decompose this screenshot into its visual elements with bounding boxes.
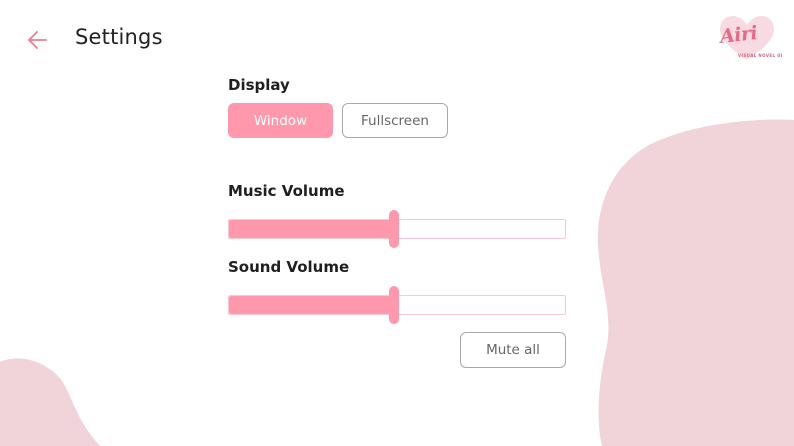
fullscreen-button[interactable]: Fullscreen [342, 103, 448, 138]
music-volume-slider[interactable] [228, 210, 566, 248]
music-volume-label: Music Volume [228, 182, 345, 200]
window-button[interactable]: Window [228, 103, 333, 138]
arrow-left-icon [28, 31, 47, 49]
left-blob [0, 358, 100, 446]
sound-volume-fill [229, 296, 394, 314]
sound-volume-slider[interactable] [228, 286, 566, 324]
logo-name: Airi [718, 22, 759, 48]
display-label: Display [228, 76, 290, 94]
music-volume-fill [229, 220, 394, 238]
sound-volume-label: Sound Volume [228, 258, 350, 276]
right-blob [597, 119, 794, 446]
back-button[interactable] [25, 27, 51, 53]
mute-all-button[interactable]: Mute all [460, 332, 566, 368]
music-volume-thumb[interactable] [388, 210, 399, 248]
page-title: Settings [75, 25, 163, 49]
logo-subtitle: VISUAL NOVEL UI [738, 53, 783, 58]
sound-volume-thumb[interactable] [388, 286, 399, 324]
